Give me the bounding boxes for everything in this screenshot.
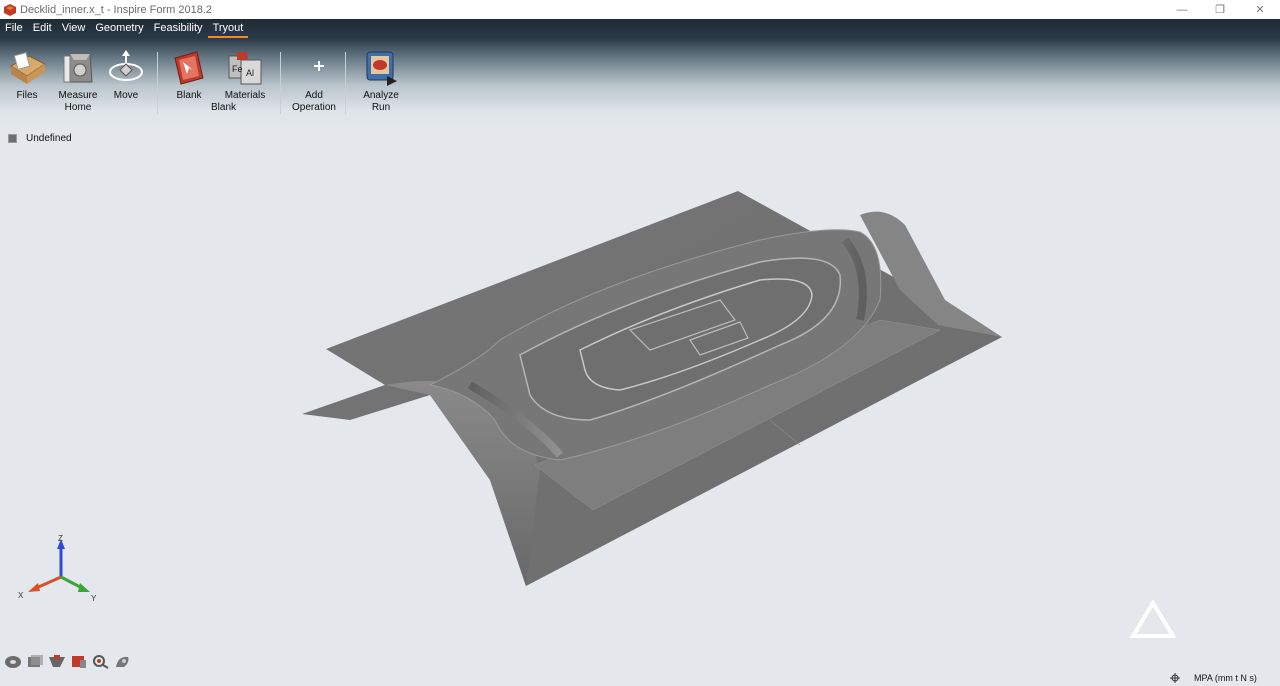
files-label: Files [16,90,38,101]
blank-group-label: Blank [211,102,237,113]
svg-text:Al: Al [246,68,254,78]
close-icon: ✕ [1255,4,1265,16]
tree-item-label: Undefined [26,133,72,144]
view-color-icon[interactable] [70,654,88,669]
materials-icon: Fe Al [228,52,262,85]
status-bar: MPA (mm t N s) [1170,673,1257,683]
materials-label: Materials [224,90,266,101]
ribbon-separator [345,52,346,114]
ribbon-separator [280,52,281,114]
menu-tryout[interactable]: Tryout [207,19,249,38]
measure-label: Measure [58,90,98,101]
menu-feasibility[interactable]: Feasibility [149,19,208,38]
view-orient-icon[interactable] [4,654,22,669]
move-icon [109,50,143,81]
axis-y-label: Y [91,594,97,603]
add-label: Add [305,90,323,101]
maximize-button[interactable]: ❐ [1200,0,1240,19]
home-group-label: Home [64,102,92,113]
view-cube-icon[interactable] [26,654,44,669]
files-icon [10,52,46,84]
move-tool[interactable]: Move [100,46,152,102]
add-operation-tool[interactable]: Add Operation [288,46,340,114]
restore-icon: ❐ [1215,4,1225,16]
analyze-icon [366,51,397,86]
minimize-icon: — [1176,3,1188,16]
axis-z-label: Z [58,535,63,543]
svg-text:Fe: Fe [232,64,243,74]
ribbon-separator [157,52,158,114]
move-label: Move [113,90,139,101]
view-toolbar [4,654,132,669]
menu-geometry[interactable]: Geometry [90,19,148,38]
run-label: Run [371,102,391,113]
part-square-icon [8,134,17,143]
analyze-label: Analyze [363,90,399,101]
operation-label: Operation [292,102,336,113]
model-tree-item[interactable]: Undefined [8,133,72,144]
view-section-icon[interactable] [48,654,66,669]
measure-tool[interactable]: Measure Home [52,46,104,114]
menu-edit[interactable]: Edit [28,19,57,38]
ribbon-toolbar: Files Measure Home Move Blank Fe Al Mate… [0,46,1280,118]
title-bar: Decklid_inner.x_t - Inspire Form 2018.2 … [0,0,1280,19]
materials-tool[interactable]: Fe Al Materials [219,46,271,102]
window-title: Decklid_inner.x_t - Inspire Form 2018.2 [20,3,212,16]
plus-icon [314,61,324,71]
menu-bar: File Edit View Geometry Feasibility Tryo… [0,19,1280,38]
crosshair-icon[interactable] [1170,673,1180,683]
blank-label: Blank [176,90,202,101]
axes-triad: Z X Y [18,535,97,603]
minimize-button[interactable]: — [1162,0,1202,19]
blank-icon [174,51,204,85]
zoom-icon[interactable] [92,654,110,669]
units-selector[interactable]: MPA (mm t N s) [1194,673,1257,683]
files-tool[interactable]: Files [1,46,53,102]
axis-x-label: X [18,591,24,600]
app-logo-icon [4,3,16,16]
render-mode-icon[interactable] [114,654,132,669]
blank-tool[interactable]: Blank [163,46,215,102]
measure-icon [63,53,93,83]
menu-view[interactable]: View [57,19,91,38]
menu-file[interactable]: File [0,19,28,38]
analyze-run-tool[interactable]: Analyze Run [355,46,407,114]
view-triangle-icon[interactable] [1130,600,1176,640]
close-button[interactable]: ✕ [1240,0,1280,19]
